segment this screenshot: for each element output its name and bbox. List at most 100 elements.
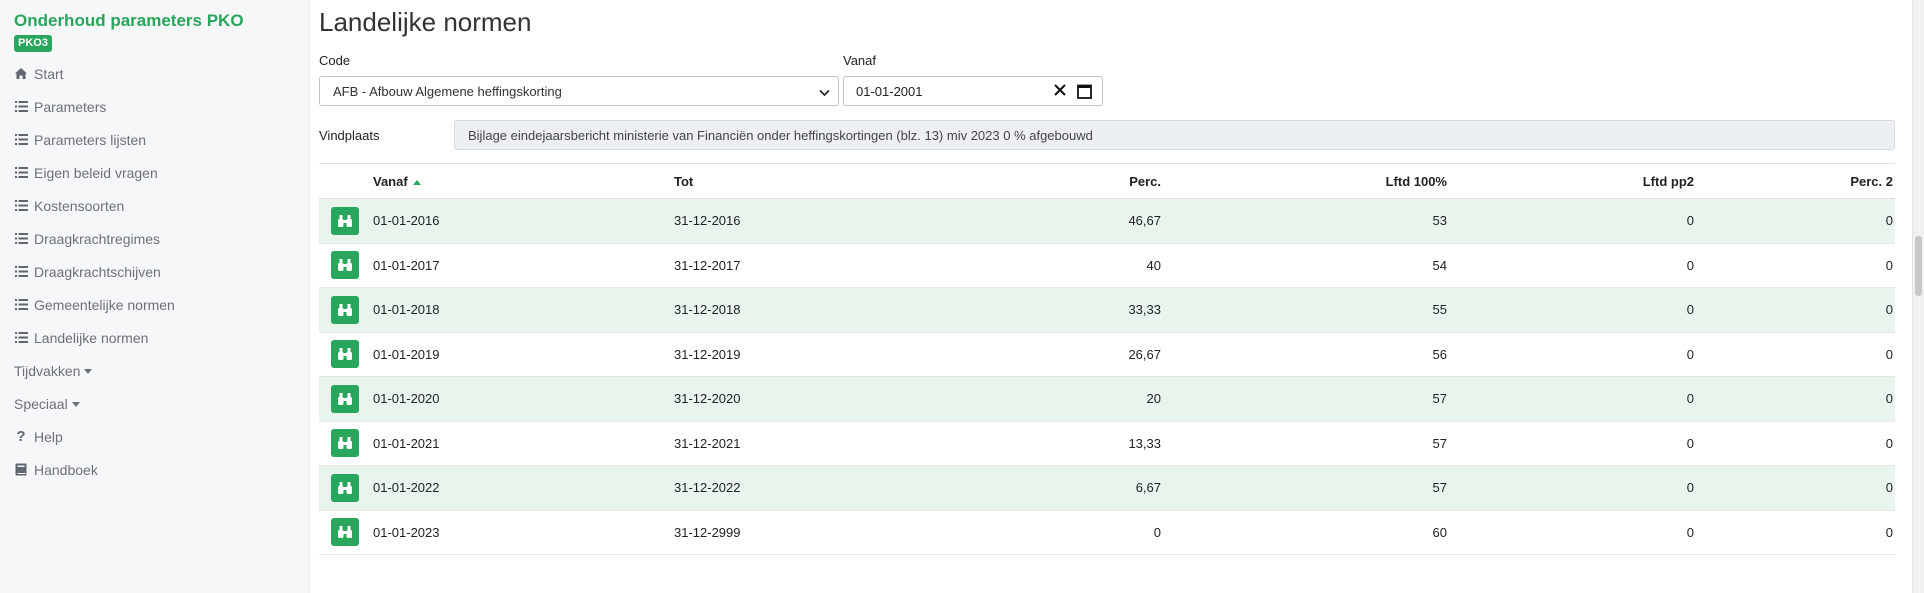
- app-window: Onderhoud parameters PKO PKO3 Start Para…: [0, 0, 1924, 593]
- sidebar-item-draagkrachtschijven[interactable]: Draagkrachtschijven: [14, 255, 309, 288]
- binoculars-icon: [337, 347, 353, 361]
- cell-perc: 13,33: [1128, 435, 1161, 451]
- table-row: 01-01-2021 31-12-2021 13,33 57 0 0: [319, 422, 1895, 466]
- cell-perc-2: 0: [1885, 480, 1893, 496]
- table-header: Vanaf Tot Perc. Lftd 100% Lftd pp2 Perc.…: [319, 164, 1895, 199]
- sidebar-nav: Start Parameters Parameters lijsten Eige…: [14, 57, 309, 486]
- column-header-vanaf[interactable]: Vanaf: [371, 174, 674, 189]
- cell-lftd-100: 53: [1432, 213, 1447, 229]
- sidebar: Onderhoud parameters PKO PKO3 Start Para…: [0, 0, 310, 593]
- table-row: 01-01-2020 31-12-2020 20 57 0 0: [319, 377, 1895, 422]
- cell-perc: 33,33: [1128, 302, 1161, 318]
- question-icon: ?: [16, 428, 26, 445]
- view-details-button[interactable]: [331, 473, 359, 502]
- cell-lftd-100: 55: [1432, 302, 1447, 318]
- cell-tot: 31-12-2999: [674, 524, 741, 540]
- code-select[interactable]: AFB - Afbouw Algemene heffingskorting: [319, 76, 839, 106]
- cell-perc-2: 0: [1885, 435, 1893, 451]
- cell-tot: 31-12-2021: [674, 435, 741, 451]
- column-header-perc[interactable]: Perc.: [961, 174, 1161, 189]
- cell-vanaf: 01-01-2018: [373, 302, 440, 318]
- cell-vanaf: 01-01-2016: [373, 213, 440, 229]
- view-details-button[interactable]: [331, 429, 359, 458]
- cell-perc-2: 0: [1885, 391, 1893, 407]
- sidebar-item-speciaal[interactable]: Speciaal: [14, 387, 309, 420]
- list-icon: [14, 133, 28, 147]
- cell-lftd-pp2: 0: [1686, 213, 1694, 229]
- cell-tot: 31-12-2020: [674, 391, 741, 407]
- cell-lftd-pp2: 0: [1686, 480, 1694, 496]
- view-details-button[interactable]: [331, 384, 359, 413]
- list-icon: [14, 265, 28, 279]
- scrollbar-thumb[interactable]: [1915, 236, 1922, 296]
- column-header-perc-2[interactable]: Perc. 2: [1694, 174, 1893, 189]
- view-details-button[interactable]: [331, 295, 359, 324]
- column-header-tot[interactable]: Tot: [674, 174, 961, 189]
- clear-icon[interactable]: [1053, 83, 1067, 100]
- sidebar-item-handboek[interactable]: Handboek: [14, 453, 309, 486]
- list-icon: [14, 298, 28, 312]
- sidebar-item-gemeentelijke-normen[interactable]: Gemeentelijke normen: [14, 288, 309, 321]
- sidebar-item-tijdvakken[interactable]: Tijdvakken: [14, 354, 309, 387]
- vindplaats-field: Bijlage eindejaarsbericht ministerie van…: [454, 120, 1895, 150]
- normen-table: Vanaf Tot Perc. Lftd 100% Lftd pp2 Perc.…: [319, 163, 1895, 555]
- cell-perc-2: 0: [1885, 257, 1893, 273]
- vanaf-date-value: 01-01-2001: [856, 83, 923, 99]
- sidebar-item-label: Kostensoorten: [34, 197, 125, 214]
- sidebar-item-label: Draagkrachtschijven: [34, 263, 161, 280]
- cell-perc: 6,67: [1135, 480, 1161, 496]
- cell-lftd-100: 60: [1432, 524, 1447, 540]
- view-details-button[interactable]: [331, 206, 359, 235]
- list-icon: [14, 199, 28, 213]
- binoculars-icon: [337, 258, 353, 272]
- cell-perc-2: 0: [1885, 213, 1893, 229]
- binoculars-icon: [337, 481, 353, 495]
- vanaf-label: Vanaf: [843, 53, 877, 68]
- cell-lftd-100: 57: [1432, 435, 1447, 451]
- table-row: 01-01-2017 31-12-2017 40 54 0 0: [319, 244, 1895, 288]
- cell-perc: 0: [1153, 524, 1161, 540]
- cell-vanaf: 01-01-2022: [373, 480, 440, 496]
- cell-tot: 31-12-2017: [674, 257, 741, 273]
- sidebar-item-label: Help: [34, 428, 63, 445]
- sidebar-item-parameters-lijsten[interactable]: Parameters lijsten: [14, 123, 309, 156]
- sidebar-item-kostensoorten[interactable]: Kostensoorten: [14, 189, 309, 222]
- cell-lftd-100: 57: [1432, 391, 1447, 407]
- cell-tot: 31-12-2016: [674, 213, 741, 229]
- column-header-lftd-100[interactable]: Lftd 100%: [1161, 174, 1447, 189]
- sidebar-item-label: Parameters: [34, 98, 107, 115]
- sort-ascending-icon: [412, 179, 421, 185]
- cell-vanaf: 01-01-2023: [373, 524, 440, 540]
- cell-perc-2: 0: [1885, 302, 1893, 318]
- sidebar-item-parameters[interactable]: Parameters: [14, 90, 309, 123]
- cell-perc-2: 0: [1885, 524, 1893, 540]
- cell-lftd-pp2: 0: [1686, 257, 1694, 273]
- sidebar-item-start[interactable]: Start: [14, 57, 309, 90]
- book-icon: [14, 463, 28, 477]
- sidebar-item-help[interactable]: ? Help: [14, 420, 309, 453]
- cell-tot: 31-12-2019: [674, 346, 741, 362]
- sidebar-item-label: Handboek: [34, 461, 98, 478]
- code-label: Code: [319, 53, 351, 68]
- cell-perc: 46,67: [1128, 213, 1161, 229]
- sidebar-item-label: Draagkrachtregimes: [34, 230, 161, 247]
- calendar-icon[interactable]: [1077, 84, 1092, 102]
- cell-perc-2: 0: [1885, 346, 1893, 362]
- app-code-badge: PKO3: [14, 35, 52, 52]
- sidebar-item-label: Eigen beleid vragen: [34, 164, 158, 181]
- table-row: 01-01-2018 31-12-2018 33,33 55 0 0: [319, 288, 1895, 333]
- view-details-button[interactable]: [331, 518, 359, 547]
- vanaf-date-input[interactable]: 01-01-2001: [843, 76, 1103, 106]
- view-details-button[interactable]: [331, 251, 359, 280]
- cell-lftd-100: 57: [1432, 480, 1447, 496]
- table-row: 01-01-2023 31-12-2999 0 60 0 0: [319, 511, 1895, 555]
- sidebar-item-label: Start: [34, 65, 64, 82]
- cell-lftd-pp2: 0: [1686, 346, 1694, 362]
- view-details-button[interactable]: [331, 340, 359, 369]
- sidebar-item-eigen-beleid-vragen[interactable]: Eigen beleid vragen: [14, 156, 309, 189]
- scrollbar[interactable]: [1912, 0, 1924, 593]
- column-header-lftd-pp2[interactable]: Lftd pp2: [1447, 174, 1694, 189]
- chevron-down-icon: [84, 369, 93, 374]
- sidebar-item-landelijke-normen[interactable]: Landelijke normen: [14, 321, 309, 354]
- sidebar-item-draagkrachtregimes[interactable]: Draagkrachtregimes: [14, 222, 309, 255]
